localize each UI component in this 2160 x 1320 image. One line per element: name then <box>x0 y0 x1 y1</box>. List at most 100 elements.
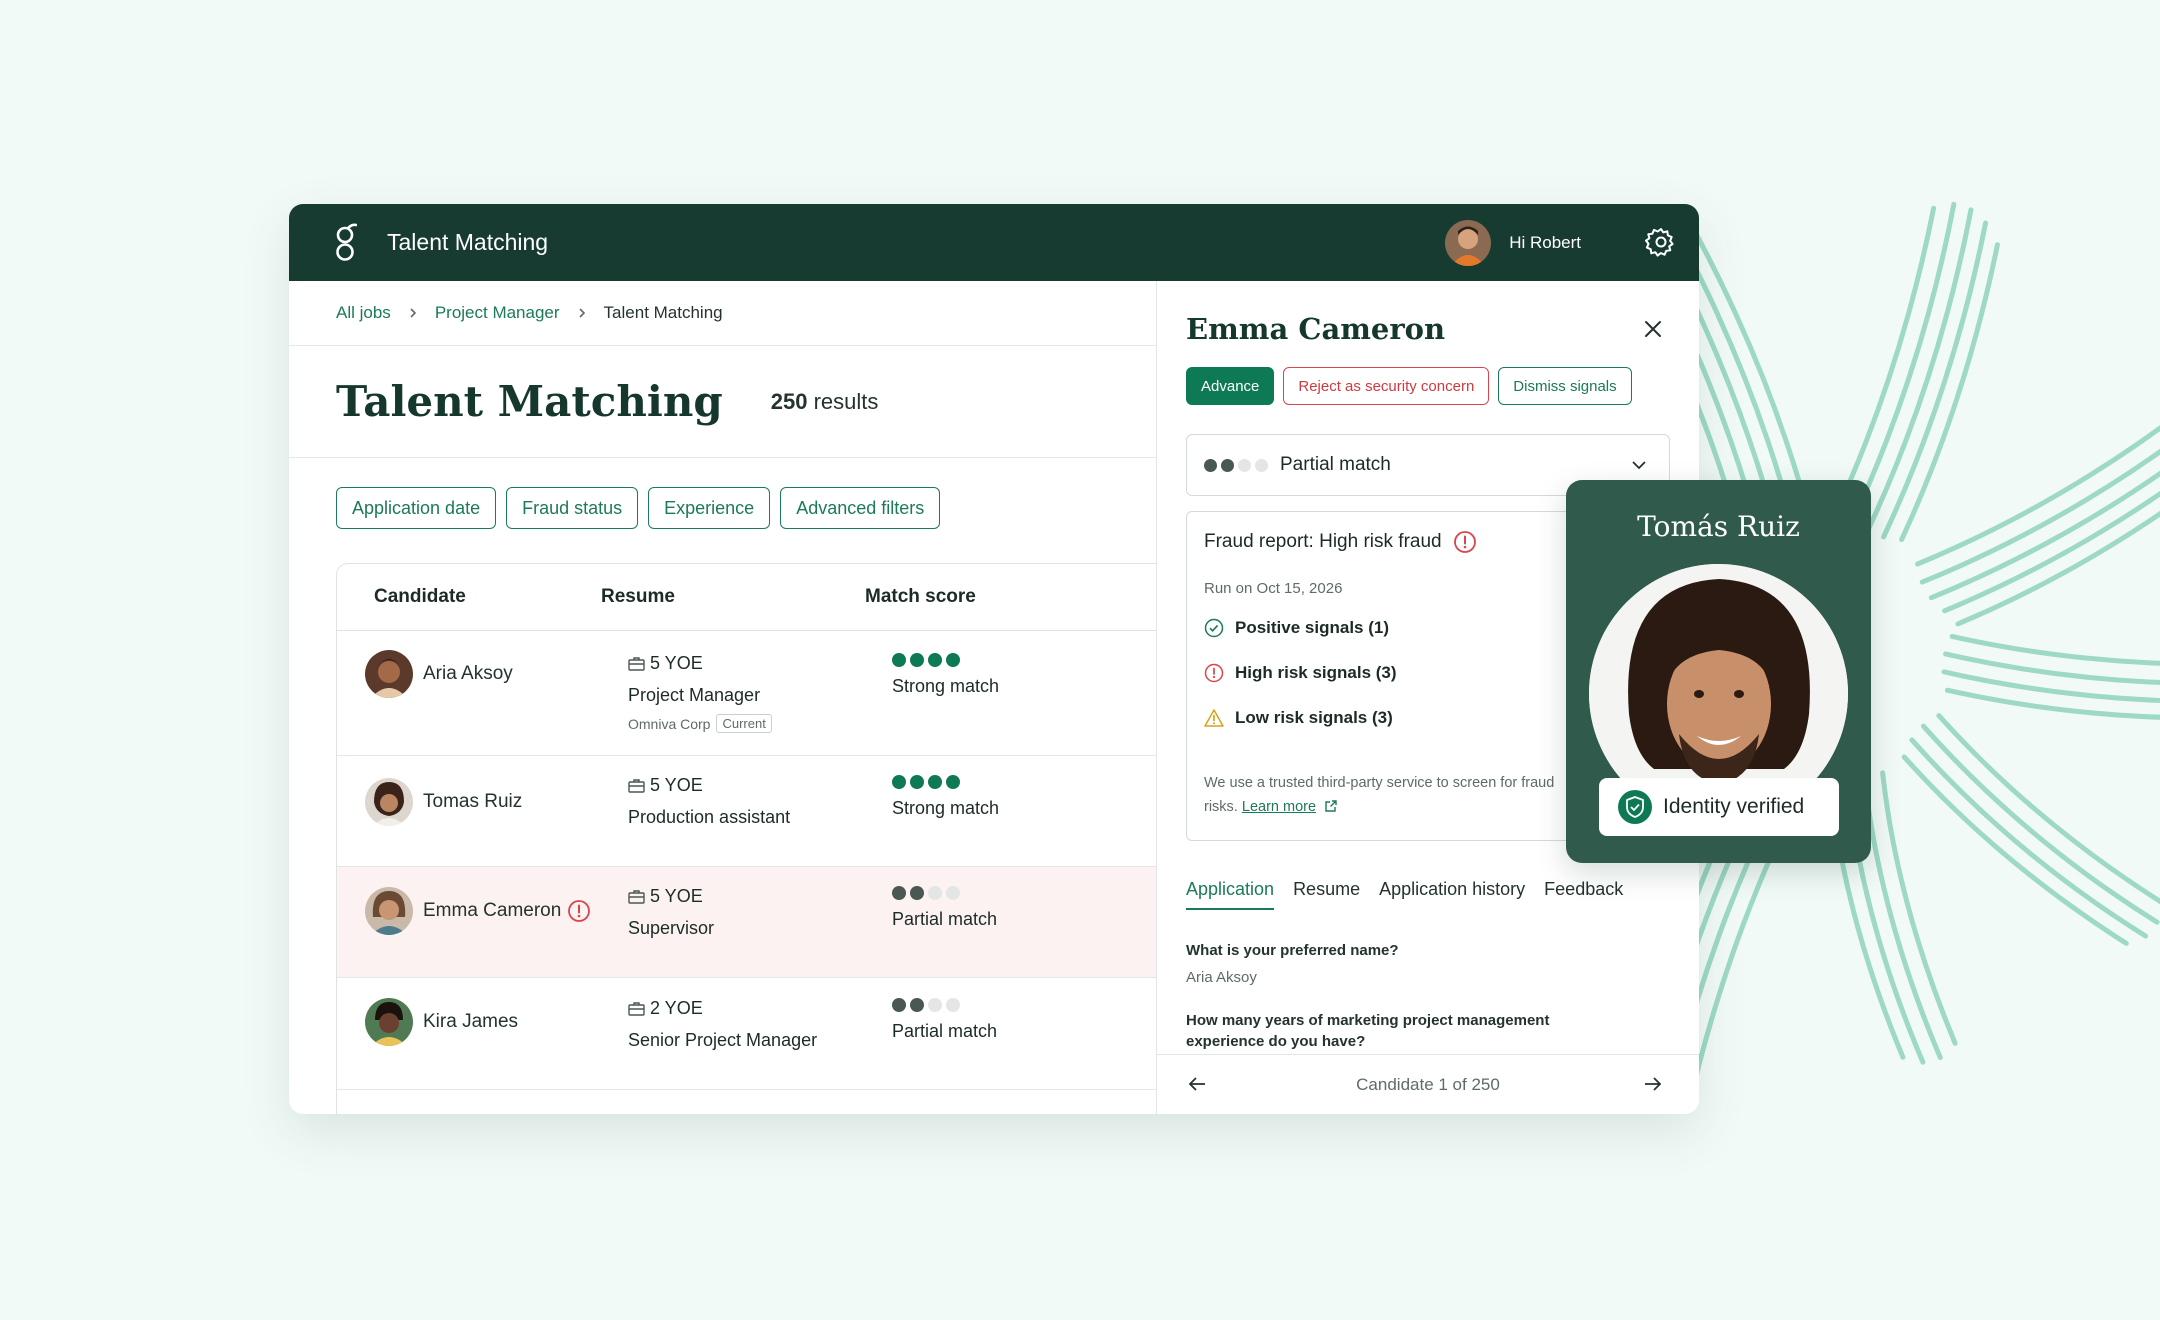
match-dot <box>910 653 924 667</box>
user-menu[interactable]: Hi Robert <box>1445 220 1581 266</box>
candidate-name[interactable]: Kira James <box>423 1011 518 1033</box>
positive-signals-label: Positive signals (1) <box>1235 618 1389 637</box>
candidate-pager: Candidate 1 of 250 <box>1157 1054 1699 1114</box>
years-experience: 2 YOE <box>650 998 703 1018</box>
tab-application[interactable]: Application <box>1186 879 1275 910</box>
advance-button[interactable]: Advance <box>1186 367 1275 405</box>
filter-experience[interactable]: Experience <box>648 487 771 529</box>
chevron-right-icon <box>410 308 416 318</box>
external-link-icon[interactable] <box>1324 799 1338 813</box>
low-risk-signals-label: Low risk signals (3) <box>1235 708 1393 727</box>
question-label: How many years of marketing project mana… <box>1186 1012 1550 1050</box>
chevron-right-icon <box>578 308 585 318</box>
years-experience: 5 YOE <box>650 653 703 673</box>
match-dot <box>892 775 906 789</box>
briefcase-icon <box>628 657 645 671</box>
match-dot <box>1204 458 1217 472</box>
resume-cell: 5 YOE Supervisor <box>628 886 714 939</box>
column-match-score[interactable]: Match score <box>865 586 1125 608</box>
alert-circle-icon <box>1204 663 1224 683</box>
candidate-cell: Tomas Ruiz <box>365 778 522 826</box>
briefcase-icon <box>628 1002 645 1016</box>
candidate-cell: Emma Cameron <box>365 887 591 935</box>
resume-cell: 5 YOE Project Manager Omniva Corp Curren… <box>628 653 772 733</box>
candidate-cell: Kira James <box>365 998 518 1046</box>
briefcase-icon <box>628 779 645 793</box>
column-resume[interactable]: Resume <box>601 586 865 608</box>
match-dots <box>1204 458 1268 472</box>
breadcrumb: All jobs Project Manager Talent Matching <box>289 281 1156 346</box>
filter-fraud-status[interactable]: Fraud status <box>506 487 639 529</box>
result-count: 250 results <box>771 389 879 415</box>
tab-resume[interactable]: Resume <box>1293 879 1360 910</box>
high-risk-signals[interactable]: High risk signals (3) <box>1204 663 1397 683</box>
table-row[interactable]: Tomas Ruiz 5 YOE Production assistant St… <box>337 756 1156 867</box>
user-greeting: Hi Robert <box>1509 233 1581 252</box>
match-dot <box>946 886 960 900</box>
dismiss-signals-button[interactable]: Dismiss signals <box>1498 367 1632 405</box>
result-count-label: results <box>813 388 879 414</box>
candidate-name[interactable]: Tomas Ruiz <box>423 791 522 813</box>
alert-circle-icon[interactable] <box>567 899 591 923</box>
match-dot <box>910 886 924 900</box>
match-select-label: Partial match <box>1280 454 1391 475</box>
match-dot <box>1221 458 1234 472</box>
chevron-down-icon <box>1632 461 1646 470</box>
filter-application-date[interactable]: Application date <box>336 487 497 529</box>
match-dot <box>892 886 906 900</box>
candidate-table: Candidate Resume Match score Aria Aksoy … <box>336 563 1156 1114</box>
table-row[interactable]: Kira James 2 YOE Senior Project Manager … <box>337 978 1156 1090</box>
resume-cell: 2 YOE Senior Project Manager <box>628 998 817 1051</box>
fraud-run-date: Run on Oct 15, 2026 <box>1204 580 1343 597</box>
detail-tabs: Application Resume Application history F… <box>1186 879 1623 910</box>
match-dots <box>892 775 999 789</box>
match-dot <box>1255 458 1268 472</box>
identity-card: Tomás Ruiz Identity verified <box>1566 480 1871 863</box>
logo-icon[interactable] <box>333 223 357 263</box>
reject-button[interactable]: Reject as security concern <box>1283 367 1490 405</box>
match-label: Strong match <box>892 676 1000 696</box>
filter-advanced[interactable]: Advanced filters <box>780 487 941 529</box>
filter-bar: Application date Fraud status Experience… <box>289 458 1156 529</box>
shield-check-icon <box>1618 790 1652 824</box>
match-dot <box>928 886 942 900</box>
fraud-disclaimer: We use a trusted third-party service to … <box>1204 771 1584 819</box>
check-circle-icon <box>1204 618 1224 638</box>
question-label: What is your preferred name? <box>1186 942 1399 959</box>
match-dot <box>892 998 906 1012</box>
learn-more-link[interactable]: Learn more <box>1242 799 1316 815</box>
low-risk-signals[interactable]: Low risk signals (3) <box>1204 708 1393 728</box>
match-dots <box>892 653 999 667</box>
match-dots <box>892 886 997 900</box>
avatar[interactable] <box>1445 220 1492 266</box>
breadcrumb-all-jobs[interactable]: All jobs <box>336 303 391 323</box>
table-row[interactable]: Aria Aksoy 5 YOE Project Manager Omniva … <box>337 631 1156 756</box>
result-count-number: 250 <box>770 388 808 414</box>
table-row[interactable]: Emma Cameron 5 YOE Supervisor Partial ma… <box>337 867 1156 978</box>
warning-triangle-icon <box>1204 709 1224 727</box>
avatar <box>365 778 413 826</box>
arrow-right-icon[interactable] <box>1643 1075 1663 1093</box>
tab-feedback[interactable]: Feedback <box>1544 879 1623 910</box>
candidate-name[interactable]: Aria Aksoy <box>423 663 513 685</box>
match-dots <box>892 998 997 1012</box>
match-dot <box>1238 458 1251 472</box>
match-dot <box>928 653 942 667</box>
candidate-cell: Aria Aksoy <box>365 650 513 698</box>
gear-icon[interactable] <box>1645 226 1677 258</box>
avatar <box>365 650 413 698</box>
tab-application-history[interactable]: Application history <box>1379 879 1525 910</box>
company-name: Omniva Corp <box>628 715 711 732</box>
column-candidate[interactable]: Candidate <box>337 586 601 608</box>
candidate-name[interactable]: Emma Cameron <box>423 900 561 922</box>
breadcrumb-project-manager[interactable]: Project Manager <box>435 303 560 323</box>
resume-cell: 5 YOE Production assistant <box>628 775 790 828</box>
match-label: Strong match <box>892 798 1000 818</box>
role-title: Production assistant <box>628 807 791 827</box>
match-cell: Partial match <box>892 998 997 1042</box>
match-dot <box>910 775 924 789</box>
arrow-left-icon[interactable] <box>1187 1075 1207 1093</box>
match-cell: Strong match <box>892 775 999 819</box>
positive-signals[interactable]: Positive signals (1) <box>1204 618 1389 638</box>
close-icon[interactable] <box>1643 319 1663 339</box>
